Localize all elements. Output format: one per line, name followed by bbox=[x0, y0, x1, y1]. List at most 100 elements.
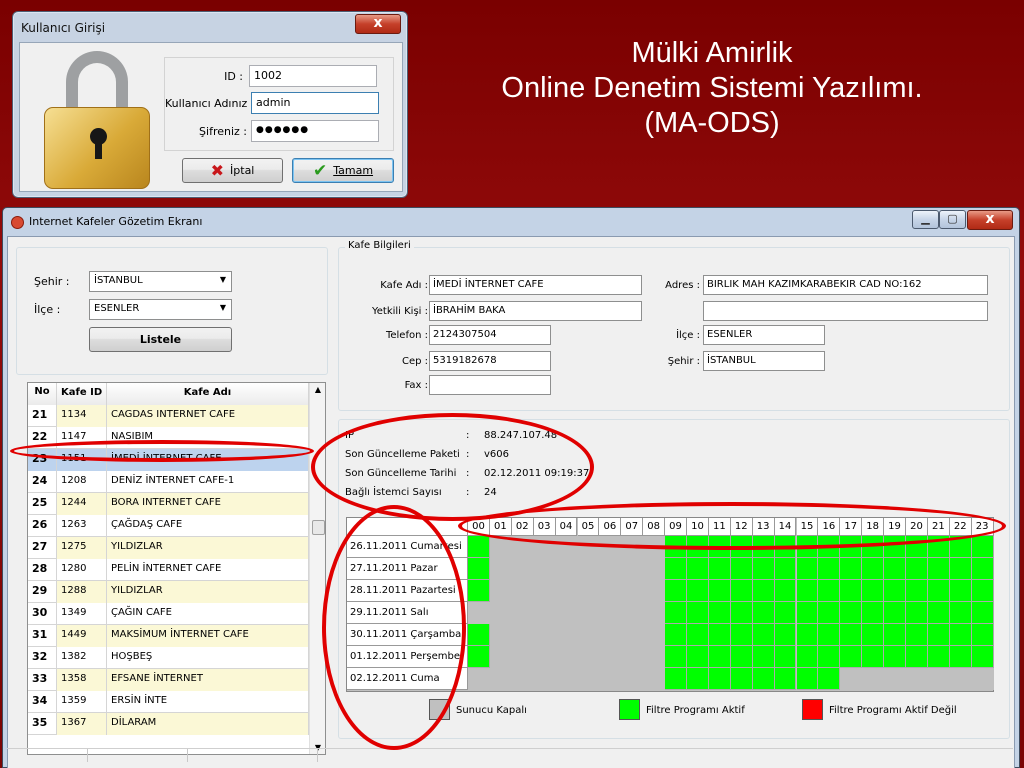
schedule-cell bbox=[533, 624, 556, 646]
column-header-kafe-id[interactable]: Kafe ID bbox=[57, 383, 107, 405]
schedule-cell bbox=[862, 580, 885, 602]
schedule-cell bbox=[665, 624, 687, 646]
table-row[interactable]: 21 1134 CAGDAS INTERNET CAFE bbox=[28, 405, 309, 427]
schedule-cell bbox=[971, 580, 994, 602]
city-select[interactable]: İSTANBUL ▼ bbox=[89, 271, 232, 292]
cell-kafe-id: 1367 bbox=[57, 713, 107, 735]
schedule-cell bbox=[533, 558, 556, 580]
schedule-cell bbox=[927, 646, 950, 668]
mobile-field[interactable]: 5319182678 bbox=[429, 351, 551, 371]
cell-kafe-id: 1151 bbox=[57, 449, 107, 471]
scroll-up-icon[interactable]: ▲ bbox=[310, 385, 325, 394]
table-row[interactable]: 22 1147 NASIBIM bbox=[28, 427, 309, 449]
schedule-cell bbox=[840, 580, 863, 602]
info-city-label: Şehir : bbox=[667, 356, 700, 367]
cell-no: 28 bbox=[28, 559, 57, 581]
login-fields-panel: ID : 1002 Kullanıcı Adınız : admin Şifre… bbox=[164, 57, 394, 151]
schedule-cell bbox=[730, 558, 753, 580]
column-header-no[interactable]: No bbox=[28, 383, 57, 405]
cell-no: 30 bbox=[28, 603, 57, 625]
schedule-cell bbox=[533, 668, 556, 690]
hour-header: 21 bbox=[927, 518, 950, 536]
table-row[interactable]: 24 1208 DENİZ İNTERNET CAFE-1 bbox=[28, 471, 309, 493]
schedule-cell bbox=[599, 558, 622, 580]
info-city-field[interactable]: İSTANBUL bbox=[703, 351, 825, 371]
table-row[interactable]: 33 1358 EFSANE İNTERNET bbox=[28, 669, 309, 691]
maximize-button[interactable]: ▢ bbox=[939, 210, 966, 229]
schedule-cell bbox=[927, 602, 950, 624]
info-district-field[interactable]: ESENLER bbox=[703, 325, 825, 345]
schedule-cell bbox=[862, 602, 885, 624]
id-field[interactable]: 1002 bbox=[249, 65, 377, 87]
schedule-cell bbox=[621, 602, 644, 624]
schedule-cell bbox=[555, 624, 578, 646]
hour-header: 22 bbox=[949, 518, 972, 536]
schedule-cell bbox=[687, 580, 709, 602]
address-field[interactable]: BIRLIK MAH KAZIMKARABEKIR CAD NO:162 bbox=[703, 275, 988, 295]
table-row[interactable]: 29 1288 YILDIZLAR bbox=[28, 581, 309, 603]
schedule-cell bbox=[533, 580, 556, 602]
schedule-cell bbox=[599, 646, 622, 668]
cell-kafe-adi: DİLARAM bbox=[107, 713, 309, 735]
schedule-cell bbox=[818, 624, 841, 646]
schedule-cell bbox=[533, 536, 556, 558]
schedule-cell bbox=[489, 536, 512, 558]
table-row[interactable]: 23 1151 İMEDİ İNTERNET CAFE bbox=[28, 449, 309, 471]
cafe-grid-header: No Kafe ID Kafe Adı bbox=[28, 383, 309, 405]
username-field[interactable]: admin bbox=[251, 92, 379, 114]
main-close-button[interactable]: x bbox=[967, 210, 1013, 230]
password-field[interactable]: ●●●●●● bbox=[251, 120, 379, 142]
column-header-kafe-adi[interactable]: Kafe Adı bbox=[107, 383, 309, 405]
cafe-grid-scrollbar[interactable]: ▲ ▼ bbox=[309, 383, 325, 754]
manager-field[interactable]: İBRAHİM BAKA bbox=[429, 301, 642, 321]
minimize-button[interactable]: ▁ bbox=[912, 210, 939, 229]
district-select[interactable]: ESENLER ▼ bbox=[89, 299, 232, 320]
phone-field[interactable]: 2124307504 bbox=[429, 325, 551, 345]
city-select-value: İSTANBUL bbox=[94, 275, 143, 286]
schedule-cell bbox=[730, 580, 753, 602]
district-label: İlçe : bbox=[34, 303, 61, 316]
list-button[interactable]: Listele bbox=[89, 327, 232, 352]
package-separator: : bbox=[466, 449, 470, 460]
schedule-cell bbox=[752, 536, 775, 558]
login-dialog-body: ID : 1002 Kullanıcı Adınız : admin Şifre… bbox=[19, 42, 403, 192]
schedule-cell bbox=[599, 580, 622, 602]
scrollbar-thumb[interactable] bbox=[312, 520, 325, 535]
schedule-cell bbox=[599, 602, 622, 624]
cell-kafe-adi: NASIBIM bbox=[107, 427, 309, 449]
cafe-name-field[interactable]: İMEDİ İNTERNET CAFE bbox=[429, 275, 642, 295]
schedule-cell bbox=[774, 646, 797, 668]
cell-no: 29 bbox=[28, 581, 57, 603]
table-row[interactable]: 34 1359 ERSİN İNTE bbox=[28, 691, 309, 713]
ip-label: IP bbox=[345, 430, 354, 441]
schedule-cell bbox=[511, 580, 534, 602]
table-row[interactable]: 30 1349 ÇAĞIN CAFE bbox=[28, 603, 309, 625]
table-row[interactable]: 25 1244 BORA INTERNET CAFE bbox=[28, 493, 309, 515]
update-date-label: Son Güncelleme Tarihi bbox=[345, 468, 457, 479]
table-row[interactable]: 35 1367 DİLARAM bbox=[28, 713, 309, 735]
schedule-cell bbox=[730, 602, 753, 624]
ok-button-label: Tamam bbox=[333, 164, 374, 177]
cell-no: 21 bbox=[28, 405, 57, 427]
cafe-name-label: Kafe Adı : bbox=[380, 280, 428, 291]
day-label: 30.11.2011 Çarşamba bbox=[347, 624, 468, 646]
schedule-cell bbox=[752, 558, 775, 580]
cancel-button[interactable]: ✖ İptal bbox=[182, 158, 283, 183]
schedule-cell bbox=[621, 536, 644, 558]
table-row[interactable]: 32 1382 HOŞBEŞ bbox=[28, 647, 309, 669]
chevron-down-icon: ▼ bbox=[219, 303, 226, 312]
schedule-cell bbox=[687, 646, 709, 668]
table-row[interactable]: 26 1263 ÇAĞDAŞ CAFE bbox=[28, 515, 309, 537]
table-row[interactable]: 27 1275 YILDIZLAR bbox=[28, 537, 309, 559]
hour-header: 18 bbox=[862, 518, 885, 536]
ok-button[interactable]: ✔ Tamam bbox=[292, 158, 394, 183]
login-close-button[interactable]: x bbox=[355, 14, 401, 34]
address-field-line2[interactable] bbox=[703, 301, 988, 321]
fax-field[interactable] bbox=[429, 375, 551, 395]
table-row[interactable]: 28 1280 PELİN İNTERNET CAFE bbox=[28, 559, 309, 581]
schedule-cell bbox=[730, 646, 753, 668]
hour-header: 16 bbox=[818, 518, 841, 536]
schedule-cell bbox=[708, 624, 731, 646]
cell-kafe-adi: PELİN İNTERNET CAFE bbox=[107, 559, 309, 581]
table-row[interactable]: 31 1449 MAKSİMUM İNTERNET CAFE bbox=[28, 625, 309, 647]
